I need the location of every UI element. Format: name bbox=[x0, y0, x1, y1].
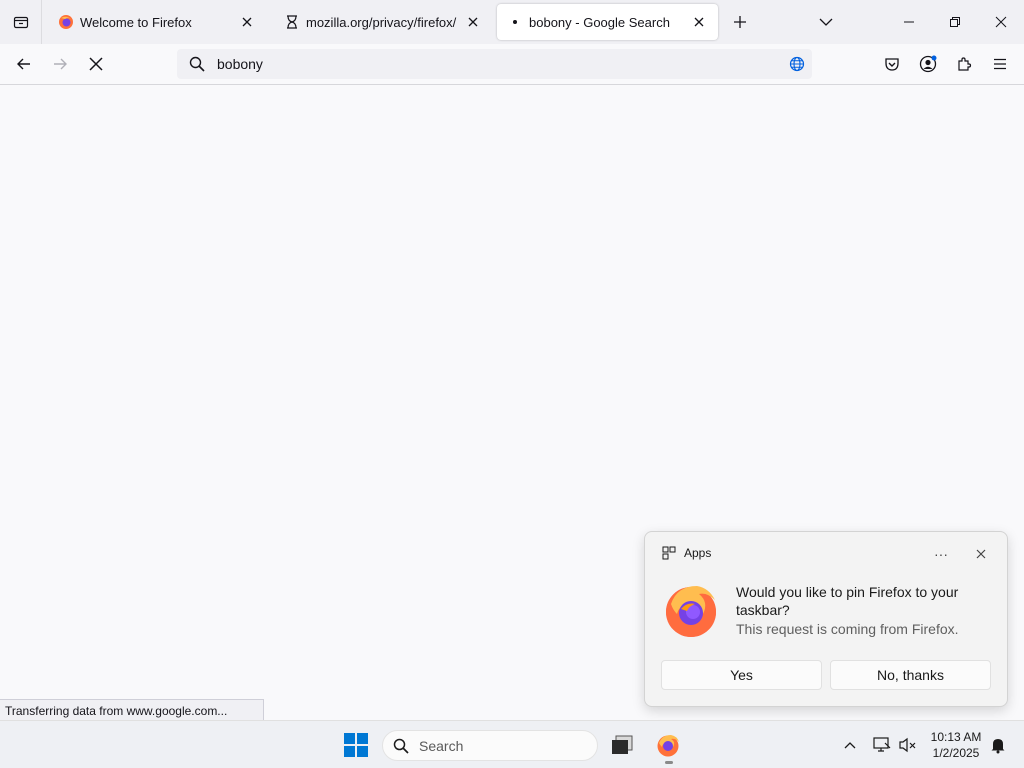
network-button[interactable] bbox=[870, 733, 894, 757]
url-bar[interactable] bbox=[177, 49, 812, 79]
restore-button[interactable] bbox=[932, 0, 978, 44]
notification-subtext: This request is coming from Firefox. bbox=[736, 621, 959, 637]
network-icon bbox=[873, 737, 891, 752]
volume-muted-icon bbox=[899, 737, 916, 753]
volume-button[interactable] bbox=[896, 733, 920, 757]
account-button[interactable] bbox=[914, 50, 942, 78]
hamburger-icon bbox=[994, 58, 1006, 70]
restore-icon bbox=[950, 17, 960, 27]
tab-mozilla-privacy[interactable]: mozilla.org/privacy/firefox/ bbox=[274, 4, 492, 40]
list-all-tabs-button[interactable] bbox=[814, 10, 838, 34]
minimize-button[interactable] bbox=[886, 0, 932, 44]
tab-manager-button[interactable] bbox=[0, 0, 42, 44]
new-tab-button[interactable] bbox=[728, 10, 752, 34]
tab-strip: Welcome to Firefox mozilla.org/privacy/f… bbox=[0, 0, 1024, 44]
arrow-left-icon bbox=[17, 58, 30, 70]
firefox-icon bbox=[58, 14, 74, 30]
search-icon bbox=[177, 56, 217, 72]
clock-time: 10:13 AM bbox=[930, 730, 982, 744]
url-input[interactable] bbox=[217, 50, 782, 78]
taskbar-search-box[interactable]: Search bbox=[382, 730, 598, 761]
plus-icon bbox=[734, 16, 746, 28]
close-icon bbox=[976, 549, 986, 559]
forward-button[interactable] bbox=[46, 50, 74, 78]
task-view-button[interactable] bbox=[606, 729, 638, 761]
start-button[interactable] bbox=[340, 729, 372, 761]
back-button[interactable] bbox=[10, 50, 38, 78]
navigation-toolbar bbox=[0, 44, 1024, 85]
extensions-button[interactable] bbox=[950, 50, 978, 78]
minimize-icon bbox=[904, 21, 914, 23]
taskbar-search-label: Search bbox=[419, 737, 464, 754]
pocket-button[interactable] bbox=[878, 50, 906, 78]
firefox-logo-icon bbox=[666, 586, 716, 637]
tab-close-icon[interactable] bbox=[238, 13, 256, 31]
clock-date: 1/2/2025 bbox=[932, 746, 980, 760]
notification-close-button[interactable] bbox=[971, 544, 991, 564]
tab-google-search[interactable]: bobony - Google Search bbox=[497, 4, 718, 40]
windows-logo-icon bbox=[344, 733, 368, 757]
chevron-down-icon bbox=[819, 18, 833, 26]
close-icon bbox=[995, 16, 1007, 28]
search-icon bbox=[393, 738, 409, 754]
task-view-icon bbox=[612, 735, 633, 754]
account-icon bbox=[919, 55, 937, 73]
stop-button[interactable] bbox=[82, 50, 110, 78]
globe-icon[interactable] bbox=[782, 56, 812, 72]
tab-manager-icon bbox=[13, 16, 28, 29]
tab-label: mozilla.org/privacy/firefox/ bbox=[306, 14, 457, 30]
notification-more-button[interactable]: ··· bbox=[929, 544, 953, 564]
hourglass-icon bbox=[284, 14, 300, 30]
show-hidden-icons-button[interactable] bbox=[838, 733, 862, 757]
app-menu-button[interactable] bbox=[986, 50, 1014, 78]
notification-app-label: Apps bbox=[684, 546, 712, 560]
tab-label: bobony - Google Search bbox=[529, 14, 670, 30]
notification-bell-icon bbox=[991, 739, 1005, 754]
status-panel: Transferring data from www.google.com... bbox=[0, 699, 264, 721]
windows-taskbar: Search 10:13 AM 1/2/2025 bbox=[0, 720, 1024, 768]
chevron-up-icon bbox=[844, 742, 856, 749]
notification-center-button[interactable] bbox=[986, 733, 1010, 757]
notification-message: Would you like to pin Firefox to your ta… bbox=[736, 584, 959, 618]
yes-button[interactable]: Yes bbox=[661, 660, 822, 690]
close-window-button[interactable] bbox=[978, 0, 1024, 44]
apps-icon bbox=[662, 546, 676, 560]
running-indicator bbox=[665, 761, 673, 764]
arrow-right-icon bbox=[54, 58, 67, 70]
loading-dot-icon bbox=[507, 14, 523, 30]
no-thanks-button[interactable]: No, thanks bbox=[830, 660, 991, 690]
puzzle-icon bbox=[958, 57, 972, 71]
taskbar-clock[interactable]: 10:13 AM 1/2/2025 bbox=[920, 729, 992, 761]
notification-header: Apps bbox=[662, 546, 711, 560]
pin-to-taskbar-notification: Apps ··· Would you like to pin Firefox t… bbox=[644, 531, 1008, 707]
tab-close-icon[interactable] bbox=[464, 13, 482, 31]
tab-close-icon[interactable] bbox=[690, 13, 708, 31]
firefox-icon bbox=[657, 735, 679, 757]
stop-x-icon bbox=[89, 57, 103, 71]
taskbar-firefox-button[interactable] bbox=[652, 729, 684, 761]
tab-welcome[interactable]: Welcome to Firefox bbox=[48, 4, 266, 40]
tab-label: Welcome to Firefox bbox=[80, 14, 192, 30]
pocket-icon bbox=[885, 58, 899, 71]
